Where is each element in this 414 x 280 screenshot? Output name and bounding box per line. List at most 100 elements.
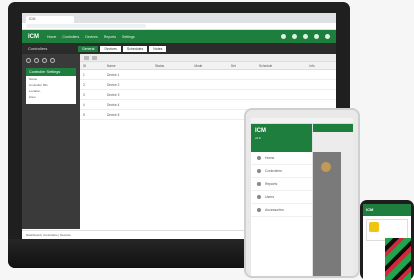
nav-home[interactable]: Home	[47, 35, 56, 39]
cell	[306, 79, 336, 90]
nav-settings[interactable]: Settings	[122, 35, 135, 39]
help-icon[interactable]	[325, 34, 330, 39]
edit-icon[interactable]	[42, 58, 47, 63]
cell	[306, 69, 336, 80]
cell-id: 5	[80, 109, 104, 120]
filter-button[interactable]	[84, 55, 89, 60]
bell-icon[interactable]	[292, 34, 297, 39]
home-icon	[257, 156, 261, 160]
accessories-icon	[257, 208, 261, 212]
cell	[152, 89, 192, 100]
tablet-menu-label: Controllers	[265, 169, 282, 173]
cell-name: Device 2	[103, 79, 153, 90]
tab-devices[interactable]: Devices	[100, 45, 121, 52]
cell	[227, 89, 256, 100]
sub-header: Controllers General Devices Schedules No…	[22, 43, 336, 54]
tablet-device: ICM v2.0 Home Controllers Reports Users	[244, 108, 360, 278]
tablet-menu-label: Reports	[265, 182, 278, 186]
cell	[256, 69, 307, 80]
table-header-row: ID Name Status Mode Set Schedule Info	[80, 62, 336, 70]
address-bar[interactable]	[22, 23, 336, 30]
tablet-version: v2.0	[255, 136, 261, 140]
tool-row	[26, 58, 76, 63]
cell-id: 3	[80, 89, 104, 100]
tablet-menu-label: Accessories	[265, 208, 284, 212]
cell	[256, 89, 307, 100]
col-schedule[interactable]: Schedule	[256, 62, 307, 70]
browser-tab-bar: ICM	[22, 13, 336, 23]
cell-name: Device 5	[103, 109, 153, 120]
app-header: ICM Home Controllers Devices Reports Set…	[22, 30, 336, 43]
tab-notes[interactable]: Notes	[149, 45, 167, 52]
app-logo: ICM	[28, 33, 39, 40]
tablet-content-header	[313, 124, 353, 132]
nav-devices[interactable]: Devices	[85, 35, 97, 39]
settings-line: Zone	[29, 95, 36, 99]
tablet-menu-item[interactable]: Accessories	[251, 204, 312, 217]
header-icons	[275, 34, 330, 39]
tablet-menu: ICM v2.0 Home Controllers Reports Users	[251, 124, 313, 276]
refresh-icon[interactable]	[26, 58, 31, 63]
left-panel: Controller Settings Name Controller 001 …	[22, 54, 80, 229]
cell	[191, 99, 228, 110]
tab-general[interactable]: General	[78, 45, 99, 52]
cell-name: Device 1	[103, 69, 153, 80]
browser-tab[interactable]: ICM	[26, 16, 74, 23]
export-button[interactable]	[92, 55, 97, 60]
col-id[interactable]: ID	[80, 62, 104, 70]
table-row[interactable]: 1 Device 1	[80, 69, 336, 80]
cell	[227, 69, 256, 80]
cell	[191, 79, 228, 90]
col-mode[interactable]: Mode	[191, 62, 228, 70]
home-icon[interactable]	[281, 34, 286, 39]
users-icon	[257, 195, 261, 199]
cell	[227, 79, 256, 90]
tablet-menu-item[interactable]: Reports	[251, 178, 312, 191]
user-icon[interactable]	[303, 34, 308, 39]
col-name[interactable]: Name	[103, 62, 153, 70]
tablet-menu-item[interactable]: Home	[251, 152, 312, 165]
page-title: Controllers	[28, 46, 48, 51]
url-field[interactable]	[26, 24, 146, 28]
gear-icon[interactable]	[314, 34, 319, 39]
cell-id: 2	[80, 79, 104, 90]
col-info[interactable]: Info	[306, 62, 336, 70]
decorative-stripe	[385, 238, 411, 280]
cell	[152, 69, 192, 80]
table-row[interactable]: 3 Device 3	[80, 89, 336, 100]
tablet-menu-item[interactable]: Controllers	[251, 165, 312, 178]
cell	[191, 89, 228, 100]
settings-card: Controller Settings Name Controller 001 …	[26, 68, 76, 104]
cell	[191, 109, 228, 120]
delete-icon[interactable]	[50, 58, 55, 63]
cell-name: Device 4	[103, 99, 153, 110]
device-thumbnail[interactable]	[321, 162, 331, 172]
phone-screen: ICM	[363, 204, 411, 280]
tablet-menu-item[interactable]: Users	[251, 191, 312, 204]
col-set[interactable]: Set	[227, 62, 256, 70]
phone-device: ICM	[360, 200, 414, 280]
device-image	[369, 222, 379, 232]
settings-title: Controller Settings	[26, 68, 76, 76]
tablet-menu-label: Home	[265, 156, 275, 160]
cell	[191, 69, 228, 80]
tablet-screen: ICM v2.0 Home Controllers Reports Users	[251, 118, 353, 276]
tab-schedules[interactable]: Schedules	[122, 45, 148, 52]
nav-reports[interactable]: Reports	[104, 35, 116, 39]
add-icon[interactable]	[34, 58, 39, 63]
cell	[152, 99, 192, 110]
table-row[interactable]: 2 Device 2	[80, 79, 336, 90]
phone-header: ICM	[363, 204, 411, 216]
table-toolbar	[80, 54, 336, 62]
col-status[interactable]: Status	[152, 62, 192, 70]
controller-icon	[257, 169, 261, 173]
cell	[152, 109, 192, 120]
report-icon	[257, 182, 261, 186]
cell-name: Device 3	[103, 89, 153, 100]
cell	[256, 79, 307, 90]
tablet-menu-label: Users	[265, 195, 275, 199]
nav-controllers[interactable]: Controllers	[62, 35, 79, 39]
tablet-content	[313, 124, 353, 276]
cell-id: 1	[80, 69, 104, 80]
cell-id: 4	[80, 99, 104, 110]
